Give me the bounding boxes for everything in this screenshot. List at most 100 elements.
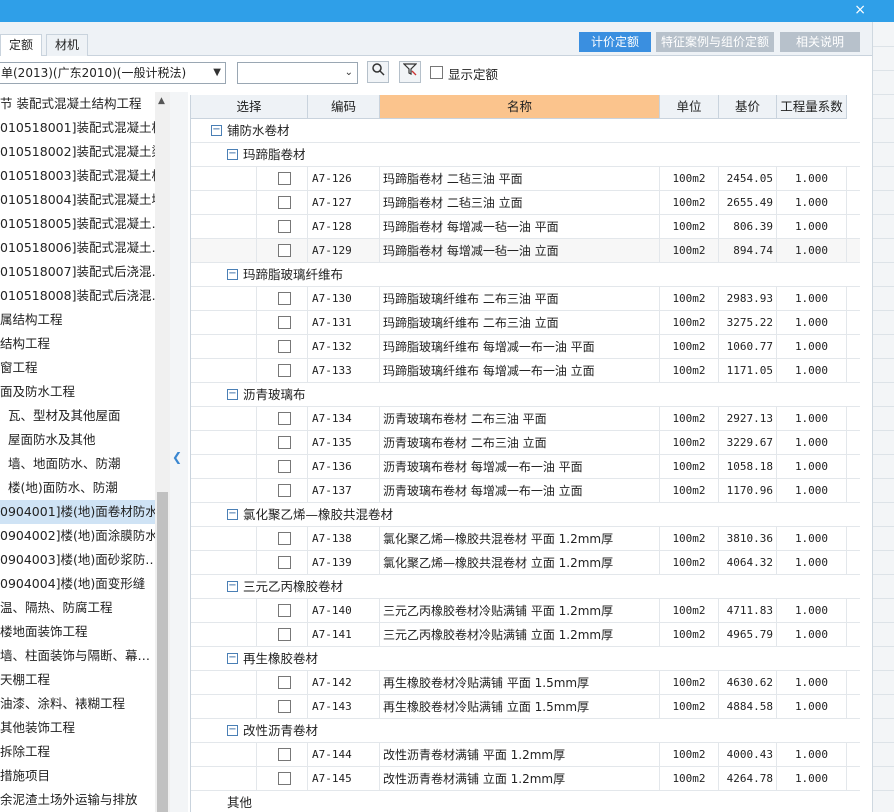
tree-node[interactable]: 010518005]装配式混凝土… <box>0 212 164 236</box>
feature-case-button[interactable]: 特征案例与组价定额 <box>656 32 774 52</box>
table-row[interactable]: A7-127 玛蹄脂卷材 二毡三油 立面 100m2 2655.49 1.000 <box>191 191 860 215</box>
table-row[interactable]: A7-138 氯化聚乙烯—橡胶共混卷材 平面 1.2mm厚 100m2 3810.36… <box>191 527 860 551</box>
table-row[interactable]: A7-141 三元乙丙橡胶卷材冷贴满铺 立面 1.2mm厚 100m2 4965.79… <box>191 623 860 647</box>
tree-node[interactable]: 010518006]装配式混凝土… <box>0 236 164 260</box>
tree-node[interactable]: 结构工程 <box>0 332 50 356</box>
select-checkbox[interactable] <box>278 172 291 185</box>
minus-box-icon[interactable]: − <box>227 149 238 160</box>
tree-node[interactable]: 其他装饰工程 <box>0 716 75 740</box>
pricing-quota-button[interactable]: 计价定额 <box>579 32 651 52</box>
tree-node[interactable]: 楼地面装饰工程 <box>0 620 88 644</box>
minus-box-icon[interactable]: − <box>227 725 238 736</box>
tab-quota[interactable]: 定额 <box>0 34 43 56</box>
tree-node[interactable]: 属结构工程 <box>0 308 63 332</box>
tree-node[interactable]: 010518003]装配式混凝土板 <box>0 164 164 188</box>
select-checkbox[interactable] <box>278 772 291 785</box>
tab-materials[interactable]: 材机 <box>46 34 89 56</box>
tree-node[interactable]: 措施项目 <box>0 764 50 788</box>
tree-node[interactable]: 墙、柱面装饰与隔断、幕… <box>0 644 150 668</box>
col-header-select[interactable]: 选择 <box>191 95 308 119</box>
scrollbar-thumb[interactable] <box>157 492 168 812</box>
col-header-coef[interactable]: 工程量系数 <box>777 95 847 119</box>
library-select[interactable]: 单(2013)(广东2010)(一般计税法) ▼ <box>0 62 226 84</box>
tree-node[interactable]: 010518002]装配式混凝土梁 <box>0 140 164 164</box>
minus-box-icon[interactable]: − <box>227 389 238 400</box>
tree-node[interactable]: 窗工程 <box>0 356 38 380</box>
tree-node-selected[interactable]: 0904001]楼(地)面卷材防水 <box>0 500 158 524</box>
filter-select[interactable]: ⌄ <box>237 62 358 84</box>
select-checkbox[interactable] <box>278 748 291 761</box>
table-row[interactable]: A7-129 玛蹄脂卷材 每增减一毡一油 立面 100m2 894.74 1.000 <box>191 239 860 263</box>
tree-node[interactable]: 0904003]楼(地)面砂浆防… <box>0 548 158 572</box>
tree-node[interactable]: 余泥渣土场外运输与排放 <box>0 788 138 812</box>
table-row[interactable]: A7-134 沥青玻璃布卷材 二布三油 平面 100m2 2927.13 1.000 <box>191 407 860 431</box>
tree-node[interactable]: 拆除工程 <box>0 740 50 764</box>
select-checkbox[interactable] <box>278 412 291 425</box>
table-row[interactable]: A7-131 玛蹄脂玻璃纤维布 二布三油 立面 100m2 3275.22 1.000 <box>191 311 860 335</box>
select-checkbox[interactable] <box>278 460 291 473</box>
table-row[interactable]: A7-135 沥青玻璃布卷材 二布三油 立面 100m2 3229.67 1.000 <box>191 431 860 455</box>
scroll-up-icon[interactable]: ▲ <box>158 96 165 106</box>
tree-node[interactable]: 010518004]装配式混凝土墙 <box>0 188 164 212</box>
close-icon[interactable]: × <box>854 2 866 18</box>
tree-node[interactable]: 010518008]装配式后浇混… <box>0 284 164 308</box>
subcategory-row[interactable]: − 三元乙丙橡胶卷材 <box>191 575 860 599</box>
select-checkbox[interactable] <box>278 676 291 689</box>
select-checkbox[interactable] <box>278 196 291 209</box>
category-row[interactable]: − 铺防水卷材 <box>191 119 860 143</box>
table-row[interactable]: A7-144 改性沥青卷材满铺 平面 1.2mm厚 100m2 4000.43 1.00… <box>191 743 860 767</box>
tree-node[interactable]: 010518001]装配式混凝土柱 <box>0 116 164 140</box>
select-checkbox[interactable] <box>278 604 291 617</box>
col-header-unit[interactable]: 单位 <box>660 95 719 119</box>
tree-node[interactable]: 面及防水工程 <box>0 380 75 404</box>
table-row[interactable]: A7-126 玛蹄脂卷材 二毡三油 平面 100m2 2454.05 1.000 <box>191 167 860 191</box>
minus-box-icon[interactable]: − <box>227 269 238 280</box>
subcategory-row[interactable]: − 玛蹄脂玻璃纤维布 <box>191 263 860 287</box>
select-checkbox[interactable] <box>278 316 291 329</box>
minus-box-icon[interactable]: − <box>211 125 222 136</box>
select-checkbox[interactable] <box>278 292 291 305</box>
subcategory-row[interactable]: − 玛蹄脂卷材 <box>191 143 860 167</box>
tree-node[interactable]: 油漆、涂料、裱糊工程 <box>0 692 125 716</box>
tree-node[interactable]: 温、隔热、防腐工程 <box>0 596 113 620</box>
table-row[interactable]: A7-132 玛蹄脂玻璃纤维布 每增减一布一油 平面 100m2 1060.77 1.0… <box>191 335 860 359</box>
minus-box-icon[interactable]: − <box>227 581 238 592</box>
select-checkbox[interactable] <box>278 556 291 569</box>
search-icon[interactable] <box>367 61 389 83</box>
tree-scrollbar[interactable]: ▲ <box>155 92 170 812</box>
tree-node[interactable]: 0904004]楼(地)面变形缝 <box>0 572 145 596</box>
tree-node[interactable]: 瓦、型材及其他屋面 <box>8 404 121 428</box>
select-checkbox[interactable] <box>278 532 291 545</box>
subcategory-row[interactable]: − 沥青玻璃布 <box>191 383 860 407</box>
select-checkbox[interactable] <box>278 220 291 233</box>
category-row[interactable]: 其他 <box>191 791 860 812</box>
minus-box-icon[interactable]: − <box>227 653 238 664</box>
table-row[interactable]: A7-136 沥青玻璃布卷材 每增减一布一油 平面 100m2 1058.18 1.00… <box>191 455 860 479</box>
select-checkbox[interactable] <box>278 340 291 353</box>
table-row[interactable]: A7-139 氯化聚乙烯—橡胶共混卷材 立面 1.2mm厚 100m2 4064.32… <box>191 551 860 575</box>
table-row[interactable]: A7-128 玛蹄脂卷材 每增减一毡一油 平面 100m2 806.39 1.000 <box>191 215 860 239</box>
select-checkbox[interactable] <box>278 364 291 377</box>
tree-node[interactable]: 楼(地)面防水、防潮 <box>8 476 118 500</box>
related-notes-button[interactable]: 相关说明 <box>780 32 860 52</box>
select-checkbox[interactable] <box>278 484 291 497</box>
subcategory-row[interactable]: − 再生橡胶卷材 <box>191 647 860 671</box>
col-header-price[interactable]: 基价 <box>719 95 777 119</box>
col-header-name[interactable]: 名称 <box>380 95 660 119</box>
select-checkbox[interactable] <box>278 244 291 257</box>
tree-node[interactable]: 天棚工程 <box>0 668 50 692</box>
table-row[interactable]: A7-140 三元乙丙橡胶卷材冷贴满铺 平面 1.2mm厚 100m2 4711.83… <box>191 599 860 623</box>
table-row[interactable]: A7-133 玛蹄脂玻璃纤维布 每增减一布一油 立面 100m2 1171.05 1.0… <box>191 359 860 383</box>
filter-icon[interactable] <box>399 61 421 83</box>
tree-node[interactable]: 节 装配式混凝土结构工程 <box>0 92 141 116</box>
minus-box-icon[interactable]: − <box>227 509 238 520</box>
select-checkbox[interactable] <box>278 700 291 713</box>
table-row[interactable]: A7-137 沥青玻璃布卷材 每增减一布一油 立面 100m2 1170.96 1.00… <box>191 479 860 503</box>
tree-node[interactable]: 010518007]装配式后浇混… <box>0 260 164 284</box>
col-header-code[interactable]: 编码 <box>308 95 380 119</box>
subcategory-row[interactable]: − 氯化聚乙烯—橡胶共混卷材 <box>191 503 860 527</box>
table-row[interactable]: A7-130 玛蹄脂玻璃纤维布 二布三油 平面 100m2 2983.93 1.000 <box>191 287 860 311</box>
table-row[interactable]: A7-142 再生橡胶卷材冷贴满铺 平面 1.5mm厚 100m2 4630.62 1.… <box>191 671 860 695</box>
table-row[interactable]: A7-145 改性沥青卷材满铺 立面 1.2mm厚 100m2 4264.78 1.00… <box>191 767 860 791</box>
select-checkbox[interactable] <box>278 436 291 449</box>
